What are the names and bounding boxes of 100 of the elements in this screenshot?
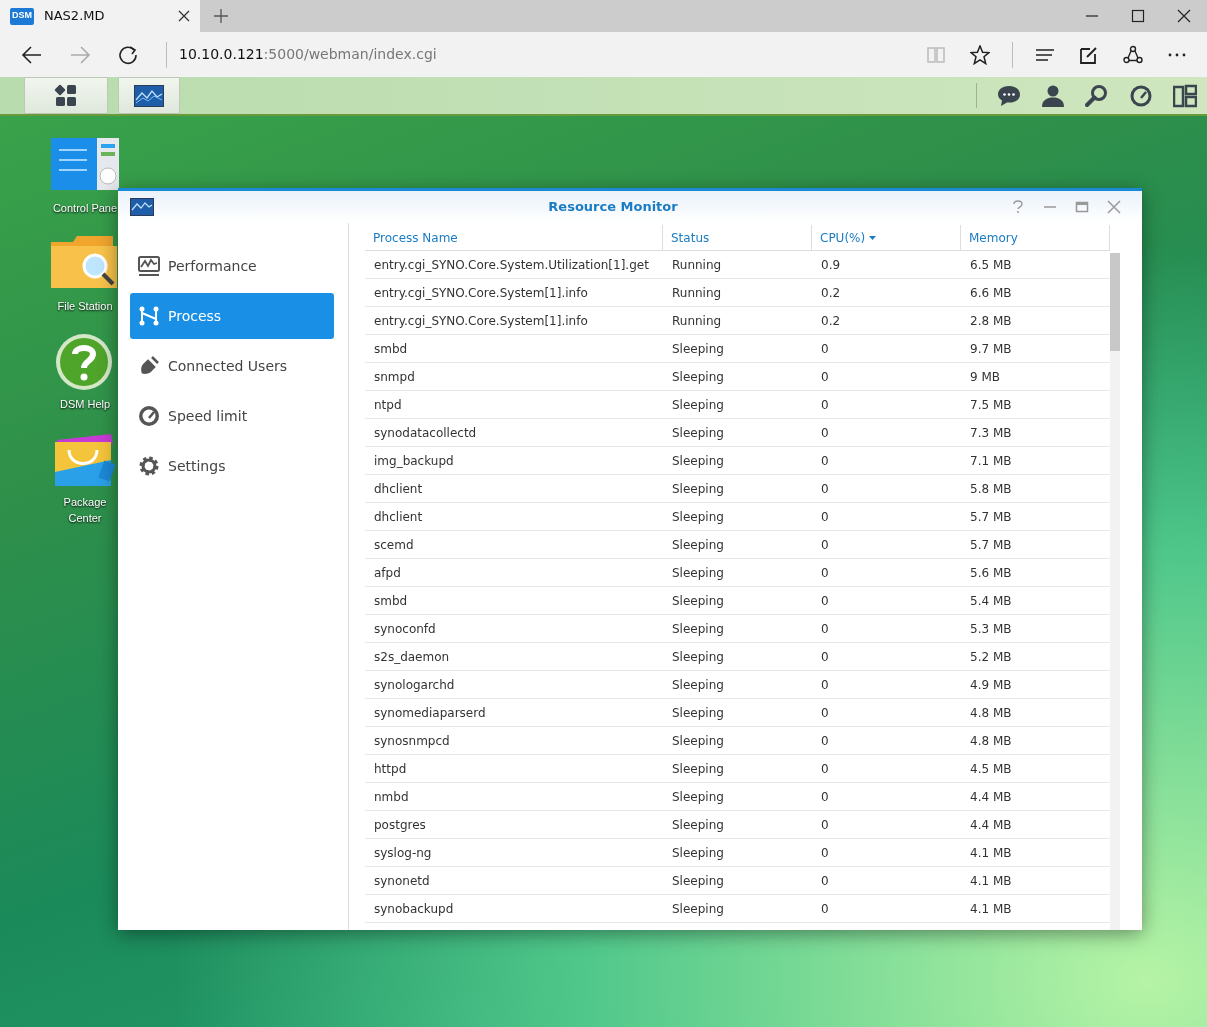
table-cell-text: Sleeping — [671, 592, 725, 610]
main-menu-button[interactable] — [24, 77, 108, 114]
table-cell-text: synodatacollectd — [373, 424, 478, 442]
column-header[interactable]: Memory — [961, 225, 1110, 250]
desktop-icon-label[interactable]: File Station — [57, 298, 113, 314]
table-cell-text: Running — [671, 312, 723, 330]
table-cell-text: 0 — [820, 620, 830, 638]
table-cell-text: 0 — [820, 648, 830, 666]
table-cell-text: afpd — [373, 564, 402, 582]
chart-icon — [134, 84, 164, 107]
table-cell-text: Sleeping — [671, 872, 725, 890]
table-cell-text: Sleeping — [671, 452, 725, 470]
table-cell-text: 0 — [820, 424, 830, 442]
address-field[interactable]: 10.10.0.121:5000/webman/index.cgi — [179, 44, 437, 65]
table-cell-text: Sleeping — [671, 564, 725, 582]
table-cell-text: 0 — [820, 788, 830, 806]
table-cell-text: 7.3 MB — [969, 424, 1013, 442]
table-cell-text: Sleeping — [671, 368, 725, 386]
table-cell-text: smbd — [373, 592, 409, 610]
table-cell-text: 5.7 MB — [969, 508, 1013, 526]
close-icon[interactable] — [178, 10, 190, 22]
sidebar-item[interactable]: Settings — [130, 443, 334, 489]
table-cell-text: smbd — [373, 340, 409, 358]
table-cell-text: 0 — [820, 340, 830, 358]
table-cell-text: 0 — [820, 760, 830, 778]
table-cell-text: 0 — [820, 872, 830, 890]
table-cell-text: 5.7 MB — [969, 536, 1013, 554]
table-cell-text: syslog-ng — [373, 844, 433, 862]
table-cell-text: nmbd — [373, 788, 410, 806]
table-cell-text: 0 — [820, 844, 830, 862]
table-cell-text: Sleeping — [671, 732, 725, 750]
table-cell-text: 0 — [820, 732, 830, 750]
table-cell-text: 6.6 MB — [969, 284, 1013, 302]
table-cell-text: 0.2 — [820, 312, 842, 330]
table-cell-text: ntpd — [373, 396, 403, 414]
table-cell-text: 4.8 MB — [969, 704, 1013, 722]
resource-monitor-taskbar-button[interactable] — [118, 77, 180, 114]
table-cell-text: synoconfd — [373, 620, 437, 638]
table-cell-text: httpd — [373, 760, 408, 778]
table-cell-text: Sleeping — [671, 844, 725, 862]
table-cell-text: Sleeping — [671, 900, 725, 918]
table-cell-text: synologarchd — [373, 676, 456, 694]
table-cell-text: Sleeping — [671, 648, 725, 666]
table-cell-text: synobackupd — [373, 900, 455, 918]
desktop-icon-label[interactable]: Package Center — [55, 494, 115, 526]
sidebar-item[interactable]: Performance — [130, 243, 334, 289]
table-cell-text: Sleeping — [671, 340, 725, 358]
table-cell-text: 6.5 MB — [969, 256, 1013, 274]
table-cell-text: 0 — [820, 536, 830, 554]
table-cell-text: 0 — [820, 704, 830, 722]
grid-icon — [54, 83, 78, 108]
table-cell-text: 2.8 MB — [969, 312, 1013, 330]
table-cell-text: 5.4 MB — [969, 592, 1013, 610]
table-cell-text: synonetd — [373, 872, 431, 890]
table-cell-text: entry.cgi_SYNO.Core.System[1].info — [373, 312, 589, 330]
table-cell-text: synomediaparserd — [373, 704, 487, 722]
table-cell-text: s2s_daemon — [373, 648, 451, 666]
table-cell-text: Sleeping — [671, 704, 725, 722]
sidebar-item[interactable]: Speed limit — [130, 393, 334, 439]
column-header[interactable]: CPU(%) — [812, 225, 961, 250]
table-cell-text: entry.cgi_SYNO.Core.System[1].info — [373, 284, 589, 302]
table-cell-text: Sleeping — [671, 760, 725, 778]
sidebar-item[interactable]: Process — [130, 293, 334, 339]
column-header[interactable]: Process Name — [365, 225, 663, 250]
table-cell-text: 5.3 MB — [969, 620, 1013, 638]
table-cell-text: 0 — [820, 816, 830, 834]
table-cell-text: snmpd — [373, 368, 416, 386]
table-cell-text: 7.1 MB — [969, 452, 1013, 470]
table-cell-text: 4.4 MB — [969, 788, 1013, 806]
browser-tab[interactable]: DSM NAS2.MD — [0, 0, 200, 32]
table-cell-text: 0 — [820, 592, 830, 610]
speed-icon — [138, 405, 160, 427]
favicon-icon: DSM — [10, 7, 34, 25]
scrollbar[interactable] — [1110, 253, 1120, 930]
table-cell-text: Sleeping — [671, 424, 725, 442]
table-cell-text: Sleeping — [671, 536, 725, 554]
table-cell-text: 0 — [820, 480, 830, 498]
table-cell-text: 4.8 MB — [969, 732, 1013, 750]
sidebar-item[interactable]: Connected Users — [130, 343, 334, 389]
table-cell-text: 4.1 MB — [969, 872, 1013, 890]
desktop-icon-label[interactable]: Control Pane — [52, 200, 118, 216]
table-cell-text: 4.5 MB — [969, 760, 1013, 778]
table-cell-text: 0.2 — [820, 284, 842, 302]
table-cell-text: 4.1 MB — [969, 844, 1013, 862]
desktop-icon-label[interactable]: DSM Help — [59, 396, 111, 412]
table-cell-text: 0 — [820, 676, 830, 694]
table-cell-text: Sleeping — [671, 620, 725, 638]
table-cell-text: Sleeping — [671, 816, 725, 834]
window-title: Resource Monitor — [548, 198, 678, 217]
table-cell-text: Running — [671, 284, 723, 302]
table-cell-text: 4.1 MB — [969, 900, 1013, 918]
table-cell-text: synosnmpcd — [373, 732, 451, 750]
column-header[interactable]: Status — [663, 225, 812, 250]
table-cell-text: postgres — [373, 816, 427, 834]
table-cell-text: 0 — [820, 900, 830, 918]
process-icon — [138, 305, 160, 327]
table-cell-text: entry.cgi_SYNO.Core.System.Utilization[1].get — [373, 256, 650, 274]
table-cell-text: Running — [671, 256, 723, 274]
table-cell-text: img_backupd — [373, 452, 455, 470]
table-cell-text: 0 — [820, 564, 830, 582]
